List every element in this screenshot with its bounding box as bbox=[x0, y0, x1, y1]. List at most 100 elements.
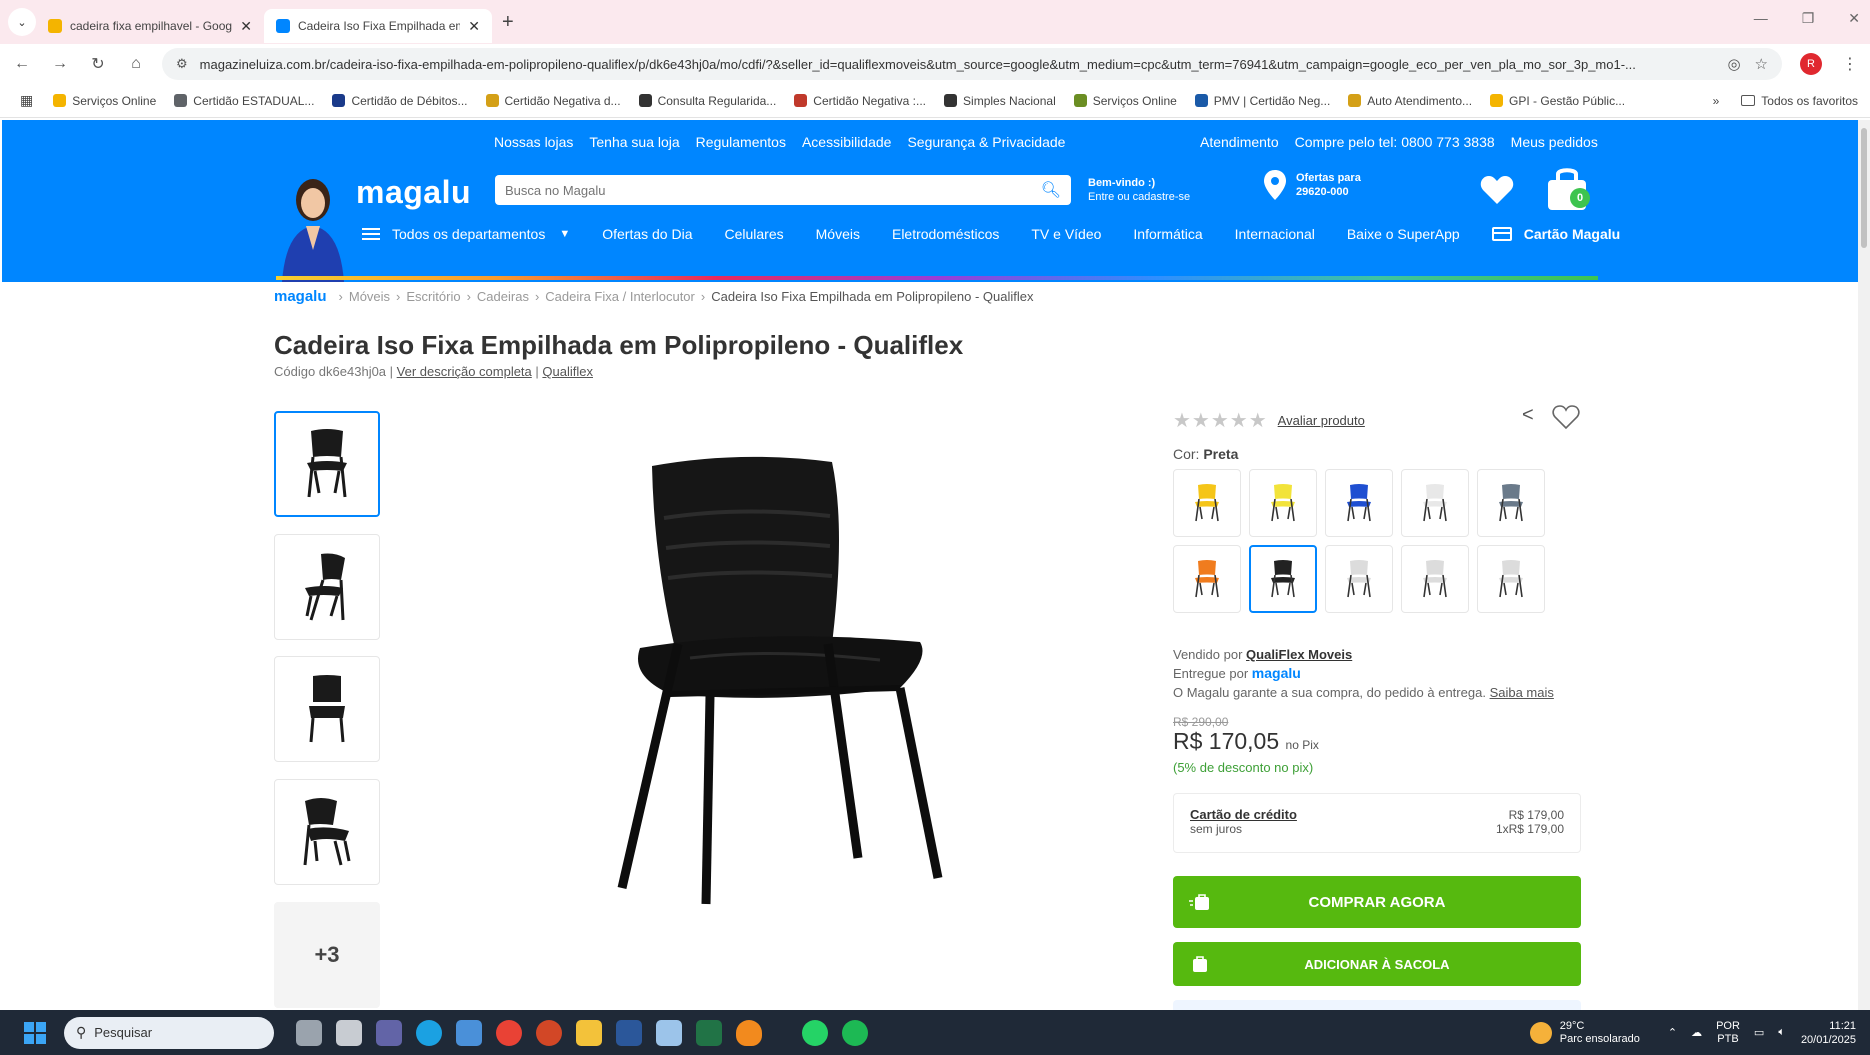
share-icon[interactable]: < bbox=[1522, 404, 1534, 427]
bookmark-item[interactable]: GPI - Gestão Públic... bbox=[1490, 94, 1625, 108]
browser-tab-magalu[interactable]: Cadeira Iso Fixa Empilhada em ✕ bbox=[264, 9, 492, 43]
notepad-icon[interactable] bbox=[656, 1019, 682, 1046]
seller-link[interactable]: QualiFlex Moveis bbox=[1246, 647, 1352, 662]
network-icon[interactable]: ▭ bbox=[1754, 1026, 1764, 1039]
magalu-logo[interactable]: magalu bbox=[356, 174, 471, 211]
tab-search-button[interactable]: ⌄ bbox=[8, 8, 36, 36]
top-link[interactable]: Compre pelo tel: 0800 773 3838 bbox=[1295, 134, 1495, 150]
bookmark-item[interactable]: Simples Nacional bbox=[944, 94, 1056, 108]
login-link[interactable]: Bem-vindo :) Entre ou cadastre-se bbox=[1088, 176, 1190, 204]
profile-avatar[interactable]: R bbox=[1800, 53, 1822, 75]
gallery-thumbnail[interactable] bbox=[274, 534, 380, 640]
full-description-link[interactable]: Ver descrição completa bbox=[397, 364, 532, 379]
eye-off-icon[interactable]: ◎ bbox=[1727, 55, 1740, 73]
color-swatch[interactable] bbox=[1249, 545, 1317, 613]
taskbar-clock[interactable]: 11:21 20/01/2025 bbox=[1801, 1019, 1856, 1047]
favorites-heart-icon[interactable] bbox=[1480, 174, 1514, 206]
weather-widget[interactable]: 29°C Parc ensolarado bbox=[1529, 1020, 1640, 1046]
nav-item[interactable]: Baixe o SuperApp bbox=[1347, 226, 1460, 242]
color-swatch[interactable] bbox=[1401, 545, 1469, 613]
more-bookmarks-icon[interactable]: » bbox=[1713, 94, 1720, 108]
new-tab-icon[interactable]: + bbox=[502, 11, 514, 34]
search-input[interactable] bbox=[505, 182, 1041, 198]
bookmark-item[interactable]: Certidão ESTADUAL... bbox=[174, 94, 314, 108]
color-swatch[interactable] bbox=[1325, 469, 1393, 537]
edge-icon[interactable] bbox=[416, 1019, 442, 1046]
chrome-icon[interactable] bbox=[496, 1019, 522, 1046]
close-tab-icon[interactable]: ✕ bbox=[468, 18, 480, 35]
bookmark-item[interactable]: Consulta Regularida... bbox=[638, 94, 776, 108]
bookmark-item[interactable]: Serviços Online bbox=[1073, 94, 1177, 108]
bookmark-item[interactable]: Certidão Negativa d... bbox=[485, 94, 621, 108]
nav-item[interactable]: Informática bbox=[1133, 226, 1202, 242]
site-settings-icon[interactable]: ⚙ bbox=[176, 56, 188, 72]
bookmark-item[interactable]: PMV | Certidão Neg... bbox=[1194, 94, 1330, 108]
product-main-image[interactable] bbox=[600, 448, 970, 918]
add-to-bag-button[interactable]: ADICIONAR À SACOLA bbox=[1173, 942, 1581, 986]
url-field[interactable]: ⚙ magazineluiza.com.br/cadeira-iso-fixa-… bbox=[162, 48, 1782, 80]
breadcrumb-item[interactable]: Cadeira Fixa / Interlocutor bbox=[545, 289, 695, 304]
calculator-icon[interactable] bbox=[336, 1019, 362, 1046]
volume-icon[interactable]: 🔈︎ bbox=[1778, 1026, 1785, 1039]
store-icon[interactable] bbox=[456, 1019, 482, 1046]
bookmark-item[interactable]: Auto Atendimento... bbox=[1348, 94, 1472, 108]
top-link[interactable]: Meus pedidos bbox=[1511, 134, 1598, 150]
powerpoint-icon[interactable] bbox=[536, 1019, 562, 1046]
top-link[interactable]: Segurança & Privacidade bbox=[907, 134, 1065, 150]
top-link[interactable]: Tenha sua loja bbox=[589, 134, 679, 150]
home-icon[interactable]: ⌂ bbox=[120, 55, 152, 73]
color-swatch[interactable] bbox=[1325, 545, 1393, 613]
tray-chevron-up-icon[interactable]: ⌃ bbox=[1668, 1026, 1677, 1039]
more-images-button[interactable]: +3 bbox=[274, 902, 380, 1008]
learn-more-link[interactable]: Saiba mais bbox=[1490, 685, 1554, 700]
nav-item[interactable]: Celulares bbox=[724, 226, 783, 242]
top-link[interactable]: Acessibilidade bbox=[802, 134, 892, 150]
close-window-icon[interactable]: ✕ bbox=[1848, 10, 1860, 27]
top-link[interactable]: Atendimento bbox=[1200, 134, 1279, 150]
all-bookmarks-button[interactable]: Todos os favoritos bbox=[1741, 94, 1858, 108]
browser-menu-icon[interactable]: ⋮ bbox=[1842, 54, 1858, 74]
breadcrumb-item[interactable]: Móveis bbox=[349, 289, 390, 304]
color-swatch[interactable] bbox=[1173, 545, 1241, 613]
breadcrumb-logo[interactable]: magalu bbox=[274, 288, 327, 305]
task-view-icon[interactable] bbox=[296, 1019, 322, 1046]
nav-item[interactable]: Móveis bbox=[816, 226, 860, 242]
bookmark-item[interactable]: Certidão Negativa :... bbox=[794, 94, 926, 108]
favorite-heart-icon[interactable] bbox=[1552, 404, 1580, 430]
magalu-card-link[interactable]: Cartão Magalu bbox=[1491, 226, 1620, 242]
bookmark-item[interactable]: Certidão de Débitos... bbox=[332, 94, 468, 108]
nav-item[interactable]: Ofertas do Dia bbox=[602, 226, 692, 242]
whatsapp-icon[interactable] bbox=[802, 1019, 828, 1046]
gallery-thumbnail[interactable] bbox=[274, 411, 380, 517]
color-swatch[interactable] bbox=[1401, 469, 1469, 537]
bookmark-item[interactable]: Serviços Online bbox=[53, 94, 156, 108]
file-explorer-icon[interactable] bbox=[576, 1019, 602, 1046]
all-departments-menu[interactable]: Todos os departamentos ▼ bbox=[362, 226, 570, 242]
spotify-icon[interactable] bbox=[842, 1019, 868, 1046]
word-icon[interactable] bbox=[616, 1019, 642, 1046]
credit-card-option[interactable]: Cartão de crédito sem juros R$ 179,00 1x… bbox=[1173, 793, 1581, 853]
color-swatch[interactable] bbox=[1173, 469, 1241, 537]
close-tab-icon[interactable]: ✕ bbox=[240, 18, 252, 35]
top-link[interactable]: Nossas lojas bbox=[494, 134, 573, 150]
restore-icon[interactable]: ❐ bbox=[1802, 10, 1815, 27]
top-link[interactable]: Regulamentos bbox=[696, 134, 786, 150]
teams-icon[interactable] bbox=[376, 1019, 402, 1046]
color-swatch[interactable] bbox=[1477, 469, 1545, 537]
page-scrollbar[interactable] bbox=[1858, 120, 1870, 1010]
reload-icon[interactable]: ↻ bbox=[82, 54, 114, 74]
nav-item[interactable]: TV e Vídeo bbox=[1031, 226, 1101, 242]
scrollbar-thumb[interactable] bbox=[1861, 128, 1867, 248]
flame-app-icon[interactable] bbox=[736, 1019, 762, 1046]
brand-link[interactable]: Qualiflex bbox=[542, 364, 593, 379]
star-bookmark-icon[interactable]: ☆ bbox=[1755, 55, 1768, 73]
buy-now-button[interactable]: COMPRAR AGORA bbox=[1173, 876, 1581, 928]
back-icon[interactable]: ← bbox=[6, 55, 38, 73]
breadcrumb-item[interactable]: Cadeiras bbox=[477, 289, 529, 304]
nav-item[interactable]: Eletrodomésticos bbox=[892, 226, 999, 242]
color-swatch[interactable] bbox=[1477, 545, 1545, 613]
color-swatch[interactable] bbox=[1249, 469, 1317, 537]
minimize-icon[interactable]: — bbox=[1754, 10, 1768, 27]
nav-item[interactable]: Internacional bbox=[1235, 226, 1315, 242]
onedrive-cloud-icon[interactable]: ☁ bbox=[1691, 1026, 1702, 1039]
